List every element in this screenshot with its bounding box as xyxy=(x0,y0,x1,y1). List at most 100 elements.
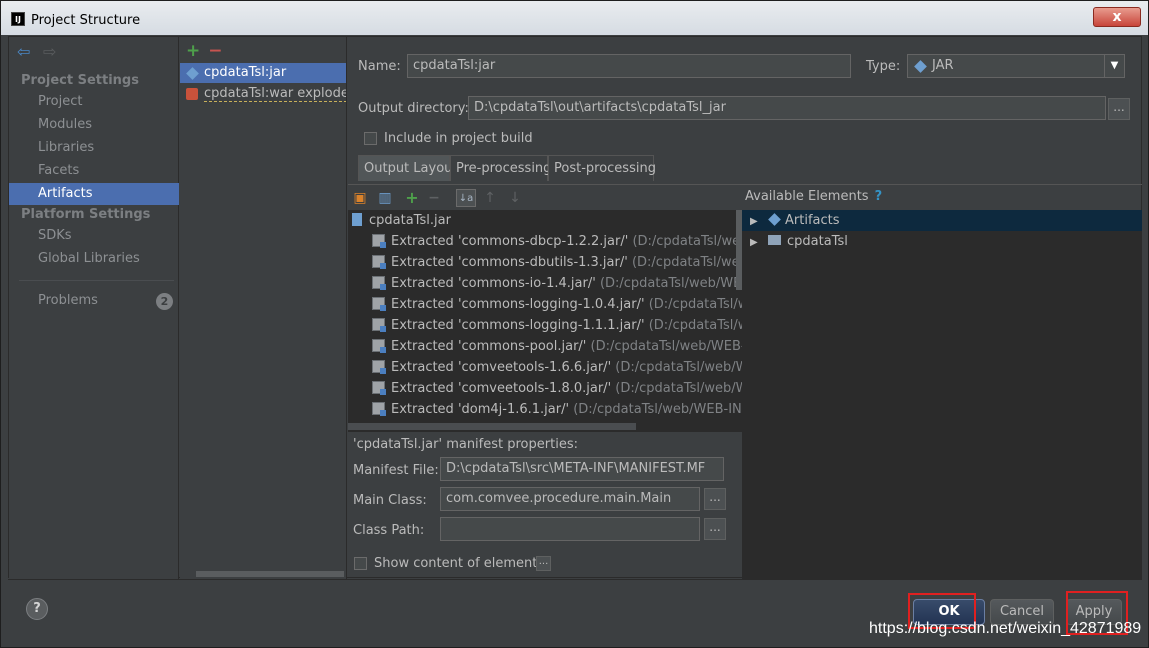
manifest-file-label: Manifest File: xyxy=(353,463,439,478)
move-down-icon[interactable]: ↓ xyxy=(507,189,523,207)
artifact-list-scrollbar[interactable] xyxy=(196,571,344,577)
nav-item-sdks[interactable]: SDKs xyxy=(9,225,179,247)
extracted-jar-icon xyxy=(372,381,386,395)
extracted-jar-icon xyxy=(372,276,386,290)
available-elements-header: Available Elements? xyxy=(745,189,882,204)
artifact-item-war-exploded[interactable]: cpdataTsl:war exploded xyxy=(180,84,346,104)
tree-row[interactable]: Extracted 'commons-dbutils-1.3.jar/' (D:… xyxy=(348,252,742,273)
expand-arrow-icon[interactable]: ▶ xyxy=(750,211,762,232)
nav-item-modules[interactable]: Modules xyxy=(9,114,179,136)
entry-name: Extracted 'commons-logging-1.0.4.jar/' xyxy=(391,297,645,312)
nav-divider xyxy=(19,280,174,281)
available-elements-label: Available Elements xyxy=(745,189,869,204)
entry-name: Extracted 'commons-dbcp-1.2.2.jar/' xyxy=(391,234,629,249)
nav-item-global-libraries[interactable]: Global Libraries xyxy=(9,248,179,270)
intellij-app-icon: IJ xyxy=(11,12,25,26)
extracted-jar-icon xyxy=(372,339,386,353)
tree-row[interactable]: Extracted 'comveetools-1.8.0.jar/' (D:/c… xyxy=(348,378,742,399)
available-item-module[interactable]: ▶ cpdataTsl xyxy=(742,231,1142,252)
entry-name: Extracted 'commons-logging-1.1.1.jar/' xyxy=(391,318,645,333)
war-artifact-icon xyxy=(186,88,198,100)
browse-main-class-button[interactable]: ... xyxy=(704,488,726,510)
tree-row[interactable]: Extracted 'commons-io-1.4.jar/' (D:/cpda… xyxy=(348,273,742,294)
dialog-content: ⇦ ⇨ Project Settings Project Modules Libr… xyxy=(8,36,1142,579)
tab-output-layout[interactable]: Output Layout xyxy=(358,155,457,181)
move-up-icon[interactable]: ↑ xyxy=(482,189,498,207)
jar-artifact-icon xyxy=(186,67,199,80)
tree-row[interactable]: Extracted 'commons-logging-1.0.4.jar/' (… xyxy=(348,294,742,315)
entry-path: (D:/cpdataTsl/web/WEB- xyxy=(631,255,742,270)
entry-name: Extracted 'commons-dbutils-1.3.jar/' xyxy=(391,255,628,270)
name-input[interactable]: cpdataTsl:jar xyxy=(407,54,851,78)
available-item-label: cpdataTsl xyxy=(787,234,848,249)
class-path-input[interactable] xyxy=(440,517,700,541)
remove-artifact-icon[interactable]: − xyxy=(208,41,222,61)
manifest-file-input[interactable]: D:\cpdataTsl\src\META-INF\MANIFEST.MF xyxy=(440,457,724,481)
nav-item-project[interactable]: Project xyxy=(9,91,179,113)
arrow-left-icon[interactable]: ⇦ xyxy=(17,44,33,61)
nav-item-artifacts[interactable]: Artifacts xyxy=(9,183,179,205)
tree-root-label: cpdataTsl.jar xyxy=(369,213,451,228)
platform-settings-header: Platform Settings xyxy=(21,207,151,222)
window-title: Project Structure xyxy=(31,13,141,28)
entry-path: (D:/cpdataTsl/web/WEB-INF/lib) xyxy=(573,402,742,417)
class-path-label: Class Path: xyxy=(353,523,425,538)
available-elements-tree[interactable]: ▶ Artifacts ▶ cpdataTsl xyxy=(742,210,1142,579)
show-content-checkbox[interactable] xyxy=(354,557,367,570)
new-archive-icon[interactable]: ▥ xyxy=(377,189,393,207)
tree-row[interactable]: Extracted 'commons-dbcp-1.2.2.jar/' (D:/… xyxy=(348,231,742,252)
module-folder-icon xyxy=(768,235,781,245)
chevron-down-icon: ▼ xyxy=(1104,55,1124,77)
help-icon[interactable]: ? xyxy=(26,598,48,620)
tree-row[interactable]: Extracted 'dom4j-1.6.1.jar/' (D:/cpdataT… xyxy=(348,399,742,420)
expand-arrow-icon[interactable]: ▶ xyxy=(750,232,762,253)
nav-item-facets[interactable]: Facets xyxy=(9,160,179,182)
nav-item-libraries[interactable]: Libraries xyxy=(9,137,179,159)
help-question-icon[interactable]: ? xyxy=(875,189,883,204)
arrow-right-icon[interactable]: ⇨ xyxy=(43,44,59,61)
tab-post-processing[interactable]: Post-processing xyxy=(548,155,656,181)
browse-output-directory-button[interactable]: ... xyxy=(1108,98,1130,120)
tree-row[interactable]: Extracted 'commons-pool.jar/' (D:/cpdata… xyxy=(348,336,742,357)
artifact-list-toolbar: + − xyxy=(186,41,231,61)
tree-row[interactable]: Extracted 'comveetools-1.6.6.jar/' (D:/c… xyxy=(348,357,742,378)
browse-class-path-button[interactable]: ... xyxy=(704,518,726,540)
add-element-icon[interactable]: + xyxy=(404,189,420,207)
add-artifact-icon[interactable]: + xyxy=(186,41,200,61)
artifact-editor: Name: cpdataTsl:jar Type: JAR ▼ Output d… xyxy=(348,37,1142,579)
new-folder-icon[interactable]: ▣ xyxy=(352,189,368,207)
tree-row[interactable]: Extracted 'commons-logging-1.1.1.jar/' (… xyxy=(348,315,742,336)
extracted-jar-icon xyxy=(372,234,386,248)
project-structure-window: IJ Project Structure x ⇦ ⇨ Project Settin… xyxy=(0,0,1149,648)
show-content-label: Show content of elements xyxy=(374,556,545,571)
jar-file-icon xyxy=(352,213,362,226)
nav-item-problems[interactable]: Problems xyxy=(9,290,179,312)
output-layout-panel: ▣ ▥ + − ↓a ↑ ↓ Available Elements? cpdat… xyxy=(348,184,1142,579)
show-content-options-button[interactable]: ... xyxy=(536,556,551,571)
entry-path: (D:/cpdataTsl/web/WEB- xyxy=(632,234,742,249)
output-directory-input[interactable]: D:\cpdataTsl\out\artifacts\cpdataTsl_jar xyxy=(468,96,1106,120)
tree-root-jar[interactable]: cpdataTsl.jar xyxy=(348,210,742,231)
artifact-item-jar[interactable]: cpdataTsl:jar xyxy=(180,63,346,83)
available-item-label: Artifacts xyxy=(785,213,840,228)
tab-pre-processing[interactable]: Pre-processing xyxy=(450,155,551,181)
available-item-artifacts[interactable]: ▶ Artifacts xyxy=(742,210,1142,231)
output-layout-tree[interactable]: cpdataTsl.jar Extracted 'commons-dbcp-1.… xyxy=(348,210,742,432)
layout-tree-horizontal-scrollbar[interactable] xyxy=(348,423,636,430)
artifacts-icon xyxy=(768,213,781,226)
close-window-button[interactable]: x xyxy=(1093,7,1141,27)
nav-history: ⇦ ⇨ xyxy=(17,44,69,61)
remove-element-icon[interactable]: − xyxy=(426,189,442,207)
settings-nav: ⇦ ⇨ Project Settings Project Modules Libr… xyxy=(9,37,179,579)
include-in-build-checkbox[interactable] xyxy=(364,132,377,145)
extracted-jar-icon xyxy=(372,402,386,416)
type-select[interactable]: JAR ▼ xyxy=(907,54,1125,78)
type-label: Type: xyxy=(866,59,901,74)
project-settings-header: Project Settings xyxy=(21,73,139,88)
entry-path: (D:/cpdataTsl/web/WI xyxy=(648,318,742,333)
sort-elements-icon[interactable]: ↓a xyxy=(456,189,476,207)
entry-name: Extracted 'comveetools-1.6.6.jar/' xyxy=(391,360,612,375)
main-class-input[interactable]: com.comvee.procedure.main.Main xyxy=(440,487,700,511)
output-directory-label: Output directory: xyxy=(358,101,469,116)
entry-name: Extracted 'comveetools-1.8.0.jar/' xyxy=(391,381,612,396)
